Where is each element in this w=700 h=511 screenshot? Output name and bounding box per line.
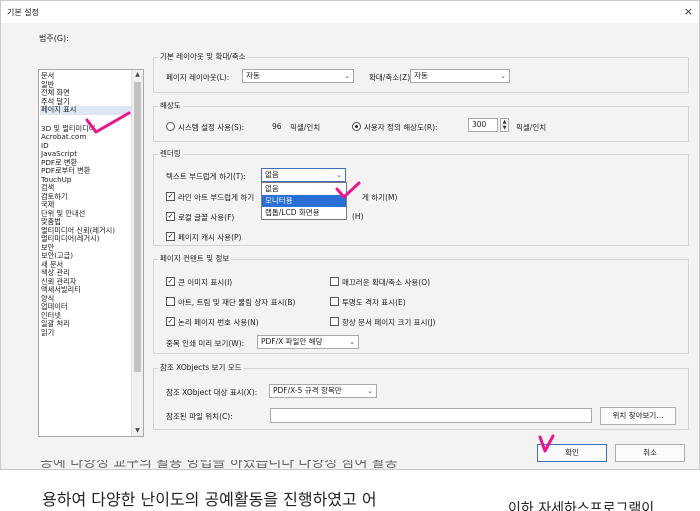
page-content-group: 페이지 컨텐트 및 정보 ✓ 큰 이미지 표시(I) 매끄러운 확대/축소 사용… bbox=[153, 253, 689, 354]
spin-arrows-icon[interactable]: ▲ ▼ bbox=[500, 118, 509, 132]
large-images-label: 큰 이미지 표시(I) bbox=[178, 278, 233, 287]
show-target-select[interactable]: PDF/X-5 규격 항목만 ⌄ bbox=[269, 384, 377, 398]
chevron-down-icon: ⌄ bbox=[500, 72, 506, 80]
doc-page-size-checkbox[interactable] bbox=[330, 317, 339, 326]
overprint-value: PDF/X 파일만 해당 bbox=[261, 337, 323, 346]
pink-check-mark-annotation bbox=[85, 111, 131, 134]
page-cache-label: 페이지 캐시 사용(P) bbox=[178, 233, 242, 242]
zoom-select[interactable]: 자동 ⌄ bbox=[410, 69, 510, 83]
title-bar: 기본 설정 × bbox=[1, 1, 699, 23]
zoom-value: 자동 bbox=[414, 71, 428, 80]
background-text-line: 용하여 다양한 난이도의 공예활동을 진행하였고 어 bbox=[42, 490, 377, 509]
dropdown-option[interactable]: 랩톱/LCD 화면용 bbox=[262, 207, 346, 219]
dialog-title: 기본 설정 bbox=[7, 8, 39, 17]
page-layout-select[interactable]: 자동 ⌄ bbox=[242, 69, 354, 83]
cancel-button[interactable]: 취소 bbox=[615, 444, 685, 462]
line-art-label: 라인 아트 부드럽게 하기 bbox=[178, 193, 255, 202]
large-images-checkbox[interactable]: ✓ bbox=[166, 277, 175, 286]
chevron-down-icon: ⌄ bbox=[349, 338, 355, 346]
category-item[interactable]: 멀티미디어(레거시) bbox=[40, 234, 143, 244]
xobjects-group: 참조 XObjects 보기 모드 참조 XObject 대상 표시(X): P… bbox=[153, 362, 689, 430]
custom-resolution-radio[interactable] bbox=[352, 122, 361, 131]
chevron-down-icon: ⌄ bbox=[344, 72, 350, 80]
layout-zoom-group: 기본 레이아웃 및 확대/축소 페이지 레이아웃(L): 자동 ⌄ 확대/축소(… bbox=[153, 51, 689, 93]
system-resolution-unit: 픽셀/인치 bbox=[290, 123, 321, 132]
logical-page-label: 논리 페이지 번호 사용(N) bbox=[178, 318, 259, 327]
zoom-label: 확대/축소(Z): bbox=[369, 73, 413, 82]
category-item[interactable]: 읽기 bbox=[40, 328, 143, 338]
dropdown-option[interactable]: 없음 bbox=[262, 183, 346, 195]
background-text-fragment: 이하 자세하스프로그램이 bbox=[508, 501, 655, 511]
category-item[interactable]: 문서 bbox=[40, 71, 143, 81]
page-layout-value: 자동 bbox=[246, 71, 260, 80]
preferences-dialog: 기본 설정 × 범주(G): 문서 일반 전체 화면 주석 달기 페이지 표시 … bbox=[0, 0, 700, 470]
show-target-label: 참조 XObject 대상 표시(X): bbox=[166, 388, 258, 397]
group-title: 해상도 bbox=[158, 100, 183, 111]
close-icon[interactable]: × bbox=[684, 5, 693, 18]
local-fonts-label: 로컬 글꼴 사용(F) bbox=[178, 213, 235, 222]
custom-resolution-input[interactable]: 300 bbox=[468, 118, 498, 132]
category-item[interactable]: TouchUp bbox=[40, 175, 143, 185]
category-item[interactable]: 검토하기 bbox=[40, 192, 143, 202]
group-title: 렌더링 bbox=[158, 148, 183, 159]
smooth-text-value: 없음 bbox=[265, 170, 279, 179]
art-trim-label: 아트, 트림 및 재단 물림 상자 표시(B) bbox=[178, 298, 296, 307]
smooth-zoom-label: 매끄러운 확대/축소 사용(O) bbox=[342, 278, 431, 287]
scroll-thumb[interactable] bbox=[134, 82, 141, 372]
show-target-value: PDF/X-5 규격 항목만 bbox=[273, 386, 342, 395]
categories-scrollbar[interactable]: ▲ ▼ bbox=[131, 70, 143, 436]
transparency-grid-label: 투명도 격자 표시(E) bbox=[342, 298, 406, 307]
smooth-text-select[interactable]: 없음 ⌄ bbox=[261, 168, 346, 182]
group-title: 참조 XObjects 보기 모드 bbox=[158, 362, 244, 373]
line-art-checkbox[interactable]: ✓ bbox=[166, 192, 175, 201]
chevron-down-icon: ⌄ bbox=[367, 387, 373, 395]
doc-page-size-label: 항상 문서 페이지 크기 표시(J) bbox=[342, 318, 436, 327]
image-smooth-label: 게 하기(M) bbox=[362, 193, 398, 202]
rendering-group: 렌더링 텍스트 부드럽게 하기(T): 없음 ⌄ ✓ 라인 아트 부드럽게 하기… bbox=[153, 148, 689, 246]
page-layout-label: 페이지 레이아웃(L): bbox=[166, 73, 230, 82]
custom-resolution-unit: 픽셀/인치 bbox=[516, 123, 547, 132]
smooth-zoom-checkbox[interactable] bbox=[330, 277, 339, 286]
system-resolution-radio[interactable] bbox=[166, 122, 175, 131]
categories-label: 범주(G): bbox=[39, 34, 69, 43]
pink-check-mark-annotation bbox=[538, 434, 555, 453]
dropdown-option-highlighted[interactable]: 모니터용 bbox=[262, 195, 346, 207]
hidden-option-label: (H) bbox=[352, 212, 364, 221]
system-resolution-label: 시스템 설정 사용(S): bbox=[178, 123, 245, 132]
group-title: 페이지 컨텐트 및 정보 bbox=[158, 253, 232, 264]
overprint-select[interactable]: PDF/X 파일만 해당 ⌄ bbox=[257, 335, 359, 349]
page-cache-checkbox[interactable]: ✓ bbox=[166, 232, 175, 241]
transparency-grid-checkbox[interactable] bbox=[330, 297, 339, 306]
browse-location-button[interactable]: 위치 찾아보기... bbox=[600, 407, 676, 425]
group-title: 기본 레이아웃 및 확대/축소 bbox=[158, 51, 248, 62]
file-location-input[interactable] bbox=[270, 408, 592, 423]
smooth-text-label: 텍스트 부드럽게 하기(T): bbox=[166, 172, 246, 181]
custom-resolution-label: 사용자 정의 해상도(R): bbox=[364, 123, 438, 132]
overprint-label: 중복 인쇄 미리 보기(W): bbox=[166, 339, 245, 348]
category-item[interactable]: 일괄 처리 bbox=[40, 319, 143, 329]
logical-page-checkbox[interactable]: ✓ bbox=[166, 317, 175, 326]
art-trim-checkbox[interactable] bbox=[166, 297, 175, 306]
system-resolution-value: 96 bbox=[272, 122, 282, 131]
background-text-partial: 공예 다양성 교구의 활용 방법을 하였습니다 다양성 참여 활동 bbox=[40, 460, 398, 471]
pink-check-mark-annotation bbox=[335, 181, 361, 199]
scroll-up-icon[interactable]: ▲ bbox=[132, 70, 143, 80]
file-location-label: 참조된 파일 위치(C): bbox=[166, 412, 233, 421]
local-fonts-checkbox[interactable]: ✓ bbox=[166, 212, 175, 221]
category-item[interactable]: 액세서빌리티 bbox=[40, 285, 143, 295]
scroll-down-icon[interactable]: ▼ bbox=[132, 426, 143, 436]
resolution-group: 해상도 시스템 설정 사용(S): 96 픽셀/인치 사용자 정의 해상도(R)… bbox=[153, 100, 689, 142]
